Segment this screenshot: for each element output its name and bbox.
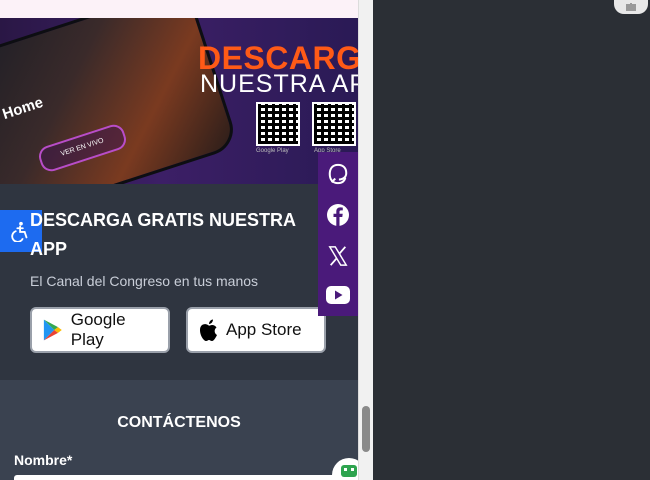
scrollbar-thumb[interactable] (362, 406, 370, 452)
google-play-label: Google Play (70, 310, 126, 349)
scrollbar[interactable] (358, 0, 373, 480)
name-input[interactable] (14, 475, 344, 480)
banner-google-play-label: Google Play (256, 148, 289, 154)
app-section-title: DESCARGA GRATIS NUESTRA APP (30, 210, 296, 259)
social-sidebar (318, 152, 358, 316)
threads-icon[interactable] (327, 163, 349, 185)
google-play-icon (43, 319, 62, 341)
app-store-button[interactable]: App Store (186, 307, 326, 353)
google-play-button[interactable]: Google Play (30, 307, 170, 353)
app-section-tagline: El Canal del Congreso en tus manos (30, 273, 259, 289)
puzzle-icon (626, 3, 636, 11)
name-field-label: Nombre* (14, 452, 73, 468)
top-strip (0, 0, 358, 18)
website-viewport: Home VER EN VIVO DESCARGA NUESTRA AP Goo… (0, 0, 358, 480)
extension-icon[interactable] (614, 0, 648, 14)
contact-section: CONTÁCTENOS Nombre* (0, 380, 358, 480)
banner-subtitle: NUESTRA AP (200, 70, 358, 98)
x-icon[interactable] (327, 245, 349, 267)
facebook-icon[interactable] (326, 203, 350, 227)
apple-icon (200, 319, 217, 341)
youtube-icon[interactable] (325, 285, 351, 305)
qr-code-app-store (312, 102, 356, 146)
app-store-label: App Store (226, 320, 302, 339)
accessibility-icon (11, 221, 28, 242)
qr-code-google-play (256, 102, 300, 146)
robot-icon (341, 465, 357, 477)
app-banner[interactable]: Home VER EN VIVO DESCARGA NUESTRA AP Goo… (0, 18, 358, 184)
contact-title: CONTÁCTENOS (117, 414, 241, 431)
